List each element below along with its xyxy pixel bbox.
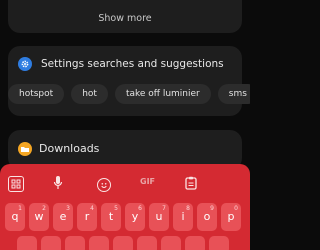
gear-icon — [18, 57, 32, 71]
settings-title: Settings searches and suggestions — [41, 58, 224, 70]
key-k[interactable] — [185, 236, 205, 250]
key-j[interactable] — [161, 236, 181, 250]
mic-icon[interactable] — [53, 175, 63, 191]
key-y[interactable]: 6y — [125, 203, 145, 231]
key-r[interactable]: 4r — [77, 203, 97, 231]
top-results-card: Show more — [8, 0, 242, 33]
key-q[interactable]: 1q — [5, 203, 25, 231]
settings-header[interactable]: Settings searches and suggestions — [18, 57, 224, 71]
downloads-title: Downloads — [39, 142, 100, 155]
key-t[interactable]: 5t — [101, 203, 121, 231]
settings-suggestions-card: Settings searches and suggestions — [8, 46, 242, 116]
keyboard-grid-icon[interactable] — [8, 176, 24, 192]
emoji-icon[interactable] — [97, 178, 111, 192]
key-l[interactable] — [209, 236, 229, 250]
suggestion-chip[interactable]: hot — [71, 84, 108, 104]
key-w[interactable]: 2w — [29, 203, 49, 231]
key-g[interactable] — [113, 236, 133, 250]
clipboard-icon[interactable] — [185, 176, 197, 190]
key-f[interactable] — [89, 236, 109, 250]
show-more-button[interactable]: Show more — [8, 13, 242, 24]
key-e[interactable]: 3e — [53, 203, 73, 231]
key-h[interactable] — [137, 236, 157, 250]
folder-icon — [18, 142, 32, 156]
keyboard-toolbar: GIF — [0, 168, 250, 198]
keyboard: GIF 1q 2w 3e 4r 5t 6y 7u 8i 9o 0p — [0, 164, 250, 250]
key-o[interactable]: 9o — [197, 203, 217, 231]
key-row-middle — [0, 236, 250, 250]
key-i[interactable]: 8i — [173, 203, 193, 231]
suggestion-chip[interactable]: sms — [217, 84, 250, 104]
gif-button[interactable]: GIF — [140, 177, 155, 186]
suggestion-chips: hotspot hot take off luminier sms — [8, 84, 250, 104]
key-a[interactable] — [17, 236, 37, 250]
key-d[interactable] — [65, 236, 85, 250]
suggestion-chip[interactable]: take off luminier — [114, 84, 211, 104]
key-p[interactable]: 0p — [221, 203, 241, 231]
key-u[interactable]: 7u — [149, 203, 169, 231]
suggestion-chip[interactable]: hotspot — [8, 84, 65, 104]
key-s[interactable] — [41, 236, 61, 250]
key-row-top: 1q 2w 3e 4r 5t 6y 7u 8i 9o 0p — [5, 203, 255, 231]
